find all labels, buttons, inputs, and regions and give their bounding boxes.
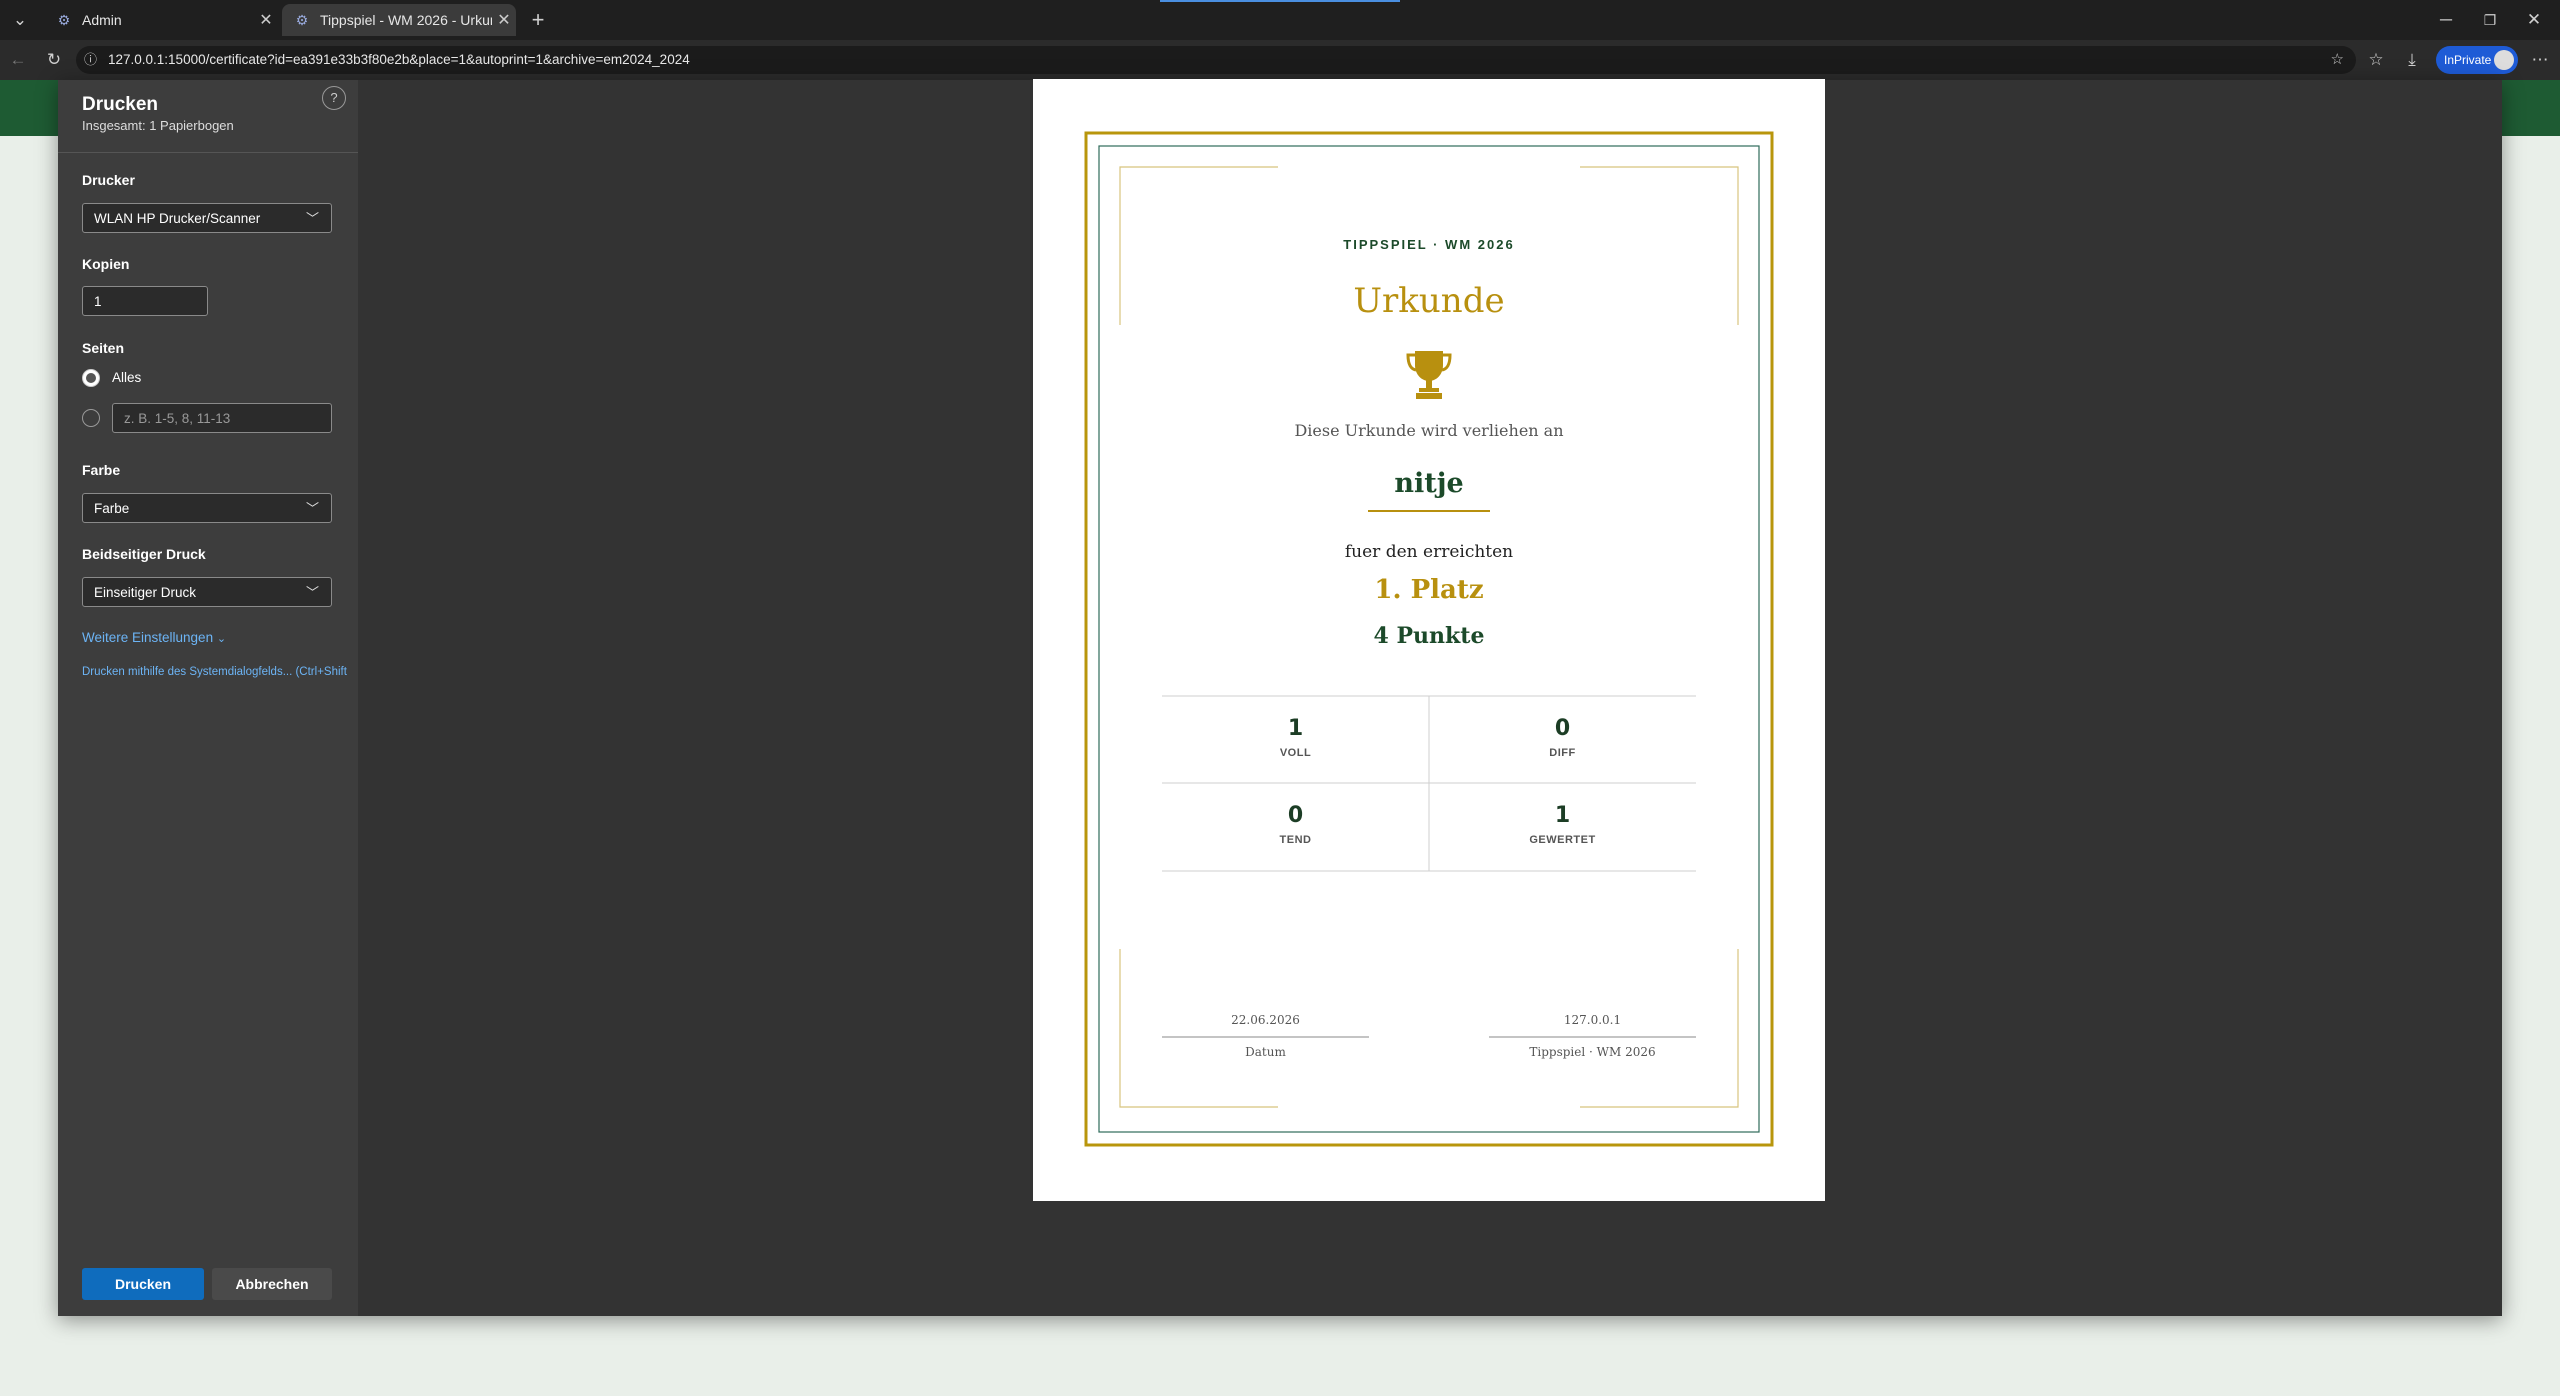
pages-all-radio[interactable]: [82, 369, 100, 387]
tab-title: Admin: [82, 12, 122, 28]
chevron-down-icon: ⌄: [216, 633, 227, 645]
info-icon[interactable]: ⓘ: [84, 46, 97, 74]
tab-strip: ⌄ ⚙ Admin ✕ ⚙ Tippspiel - WM 2026 - Urku…: [0, 0, 2560, 40]
more-settings-link[interactable]: Weitere Einstellungen ⌄: [82, 630, 226, 645]
certificate-page: TIPPSPIEL · WM 2026 Urkunde Diese Urkund…: [1033, 79, 1825, 1201]
stat-value: 1: [1554, 803, 1571, 828]
date-value: 22.06.2026: [1231, 1013, 1300, 1027]
trophy-icon: [1406, 351, 1452, 399]
copies-label: Kopien: [82, 256, 130, 272]
pages-label: Seiten: [82, 340, 125, 356]
points-text: 4 Punkte: [1373, 623, 1485, 649]
for-text: fuer den erreichten: [1344, 542, 1514, 562]
close-icon[interactable]: ✕: [492, 10, 516, 30]
pages-custom-radio[interactable]: [82, 409, 100, 427]
copies-input[interactable]: 1: [82, 286, 208, 316]
pages-all-label: Alles: [112, 370, 142, 385]
new-tab-button[interactable]: +: [524, 6, 552, 34]
sheet-count: Insgesamt: 1 Papierbogen: [82, 118, 234, 133]
stat-voll: 1 VOLL: [1162, 716, 1429, 759]
place-text: 1. Platz: [1374, 575, 1484, 605]
gear-icon: ⚙: [295, 12, 309, 28]
color-value: Farbe: [94, 501, 130, 516]
host-caption: Tippspiel · WM 2026: [1529, 1045, 1656, 1059]
duplex-value: Einseitiger Druck: [94, 585, 197, 600]
certificate-kicker: TIPPSPIEL · WM 2026: [1343, 237, 1515, 252]
stat-label: VOLL: [1279, 747, 1312, 759]
stat-value: 0: [1554, 716, 1571, 741]
chevron-down-icon: ﹀: [305, 585, 319, 600]
stat-value: 0: [1287, 803, 1304, 828]
recipient-name: nitje: [1394, 468, 1464, 499]
awarded-to-text: Diese Urkunde wird verliehen an: [1294, 421, 1564, 440]
gear-icon: ⚙: [57, 12, 71, 28]
inprivate-label: InPrivate: [2444, 53, 2492, 67]
chevron-down-icon: ﹀: [305, 211, 319, 226]
back-icon[interactable]: ←: [4, 46, 32, 74]
stat-value: 1: [1287, 716, 1304, 741]
host-value: 127.0.0.1: [1563, 1013, 1622, 1027]
color-label: Farbe: [82, 462, 121, 478]
printer-value: WLAN HP Drucker/Scanner: [94, 211, 261, 226]
duplex-label: Beidseitiger Druck: [82, 546, 206, 562]
download-icon[interactable]: ⤓: [2398, 46, 2426, 74]
stat-label: DIFF: [1549, 747, 1576, 759]
color-select[interactable]: Farbe ﹀: [82, 493, 332, 523]
print-settings-panel: Drucken Insgesamt: 1 Papierbogen ? Druck…: [58, 80, 358, 1316]
restore-icon[interactable]: ❐: [2476, 6, 2504, 34]
tab-admin[interactable]: ⚙ Admin ✕: [44, 4, 278, 36]
date-caption: Datum: [1245, 1045, 1286, 1059]
tab-actions-chevron-icon[interactable]: ⌄: [6, 6, 34, 34]
certificate-title: Urkunde: [1353, 281, 1505, 321]
stat-label: TEND: [1279, 834, 1312, 846]
dialog-title: Drucken: [82, 94, 159, 115]
close-icon[interactable]: ✕: [254, 10, 278, 30]
avatar: [2494, 50, 2514, 70]
divider: [58, 152, 358, 153]
chevron-down-icon: ﹀: [305, 501, 319, 516]
printer-label: Drucker: [82, 172, 135, 188]
address-bar[interactable]: ⓘ 127.0.0.1:15000/certificate?id=ea391e3…: [76, 46, 2356, 74]
print-button[interactable]: Drucken: [82, 1268, 204, 1300]
stat-gewertet: 1 GEWERTET: [1429, 803, 1696, 846]
tab-certificate[interactable]: ⚙ Tippspiel - WM 2026 - Urkunde 1. ✕: [282, 4, 516, 36]
cancel-button[interactable]: Abbrechen: [212, 1268, 332, 1300]
system-dialog-link[interactable]: Drucken mithilfe des Systemdialogfelds..…: [82, 666, 358, 678]
close-window-icon[interactable]: ✕: [2520, 6, 2548, 34]
help-icon[interactable]: ?: [322, 86, 346, 110]
favorites-icon[interactable]: ☆: [2362, 46, 2390, 74]
inprivate-badge[interactable]: InPrivate: [2436, 46, 2518, 74]
printer-select[interactable]: WLAN HP Drucker/Scanner ﹀: [82, 203, 332, 233]
tab-title: Tippspiel - WM 2026 - Urkunde 1.: [320, 12, 492, 28]
more-menu-icon[interactable]: ⋯: [2526, 46, 2554, 74]
pages-custom-input[interactable]: z. B. 1-5, 8, 11-13: [112, 403, 332, 433]
stat-tend: 0 TEND: [1162, 803, 1429, 846]
star-icon[interactable]: ☆: [2331, 46, 2344, 74]
more-settings-label: Weitere Einstellungen: [82, 630, 214, 645]
tab-drag-indicator: [1160, 0, 1400, 2]
duplex-select[interactable]: Einseitiger Druck ﹀: [82, 577, 332, 607]
minimize-icon[interactable]: ─: [2432, 6, 2460, 34]
stat-label: GEWERTET: [1529, 834, 1596, 846]
reload-icon[interactable]: ↻: [40, 46, 68, 74]
url-text[interactable]: 127.0.0.1:15000/certificate?id=ea391e33b…: [108, 46, 690, 74]
stat-diff: 0 DIFF: [1429, 716, 1696, 759]
